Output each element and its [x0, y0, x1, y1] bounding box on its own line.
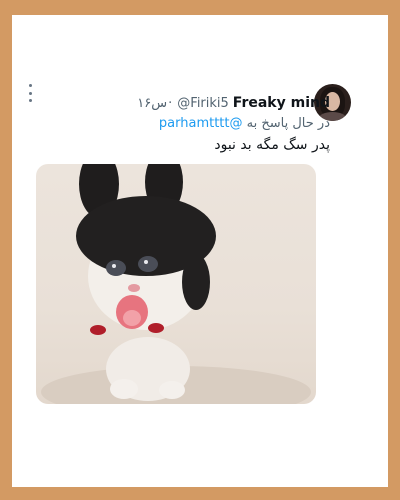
dot [28, 91, 32, 95]
kitten-paw-left [110, 379, 138, 399]
collar-right [148, 323, 164, 333]
kitten-eye-left [106, 260, 126, 276]
eye-highlight [112, 264, 116, 268]
kitten-nose [128, 284, 140, 292]
tweet-time[interactable]: ۱۶س [137, 96, 167, 111]
tweet-header: ۱۶س · @Firiki5 Freaky mind [137, 95, 330, 111]
more-options-icon[interactable] [26, 84, 34, 102]
collar-left [90, 325, 106, 335]
separator: · [168, 96, 173, 111]
kitten-eye-right [138, 256, 158, 272]
tweet-text: پدر سگ مگه بد نبود [214, 137, 330, 153]
kitten-paw-right [159, 381, 185, 399]
reply-mention-link[interactable]: @parhamtttt [159, 116, 243, 131]
kitten-photo [41, 164, 311, 404]
replying-prefix: در حال پاسخ به [246, 116, 330, 131]
display-name[interactable]: Freaky mind [233, 95, 330, 111]
dot [28, 84, 32, 87]
user-handle[interactable]: @Firiki5 [177, 96, 229, 111]
hat-side [182, 254, 210, 310]
tweet-media-image[interactable] [36, 164, 316, 404]
eye-highlight [144, 260, 148, 264]
kitten-tongue [123, 310, 141, 326]
dot [28, 99, 32, 102]
replying-to-line: در حال پاسخ به @parhamtttt [159, 116, 330, 131]
